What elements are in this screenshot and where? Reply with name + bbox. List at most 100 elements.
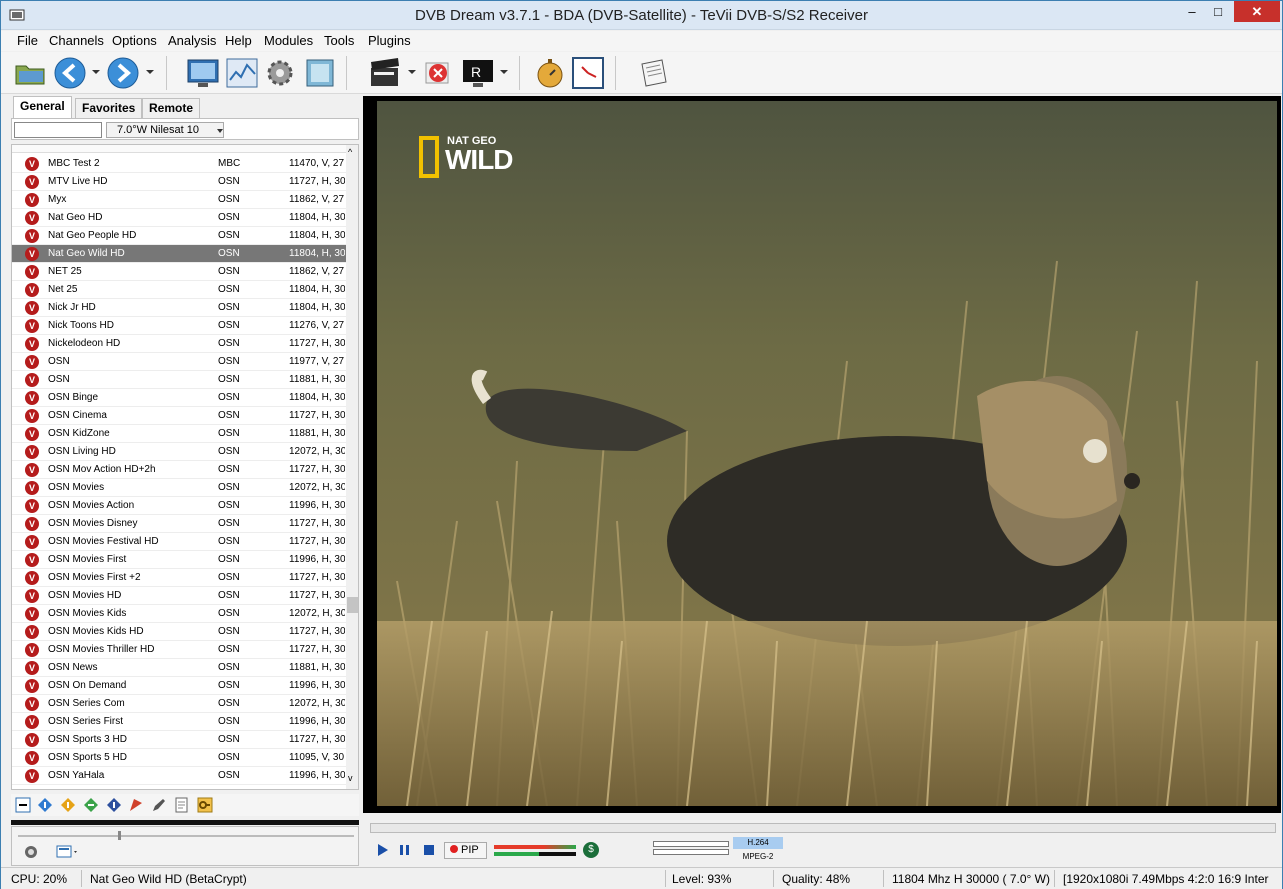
- scheduler-clock-icon[interactable]: [571, 56, 605, 90]
- menu-modules[interactable]: Modules: [264, 33, 313, 48]
- info-icon[interactable]: [37, 797, 53, 813]
- channel-row[interactable]: V OSN Mov Action HD+2h OSN 11727, H, 30: [12, 461, 346, 479]
- minus-icon[interactable]: [15, 797, 31, 813]
- tab-remote[interactable]: Remote: [142, 98, 201, 118]
- channel-row[interactable]: V OSN Living HD OSN 12072, H, 30: [12, 443, 346, 461]
- menu-file[interactable]: File: [17, 33, 38, 48]
- channel-frequency: 11804, H, 30: [289, 230, 345, 241]
- channel-row[interactable]: V Nickelodeon HD OSN 11727, H, 30: [12, 335, 346, 353]
- minimize-button[interactable]: –: [1179, 1, 1205, 22]
- satellite-dropdown-icon[interactable]: [217, 129, 223, 133]
- channel-tools: [11, 794, 359, 816]
- channel-row[interactable]: V NET 25 OSN 11862, V, 27: [12, 263, 346, 281]
- volume-track[interactable]: [18, 835, 354, 837]
- details-icon[interactable]: [106, 797, 122, 813]
- forward-arrow-icon[interactable]: [106, 56, 140, 90]
- channel-row[interactable]: V OSN Movies First +2 OSN 11727, H, 30: [12, 569, 346, 587]
- stop-record-icon[interactable]: [421, 56, 455, 90]
- menu-plugins[interactable]: Plugins: [368, 33, 411, 48]
- news-icon[interactable]: [637, 56, 671, 90]
- video-display[interactable]: [377, 101, 1277, 806]
- channel-row[interactable]: V OSN Movies Thriller HD OSN 11727, H, 30: [12, 641, 346, 659]
- channel-row[interactable]: V OSN KidZone OSN 11881, H, 30: [12, 425, 346, 443]
- menu-analysis[interactable]: Analysis: [168, 33, 216, 48]
- channel-provider: OSN: [218, 464, 240, 475]
- channel-row[interactable]: V OSN Movies Festival HD OSN 11727, H, 30: [12, 533, 346, 551]
- menu-channels[interactable]: Channels: [49, 33, 104, 48]
- back-arrow-icon[interactable]: [53, 56, 87, 90]
- channel-row[interactable]: V OSN Movies Disney OSN 11727, H, 30: [12, 515, 346, 533]
- satellite-select[interactable]: 7.0°W Nilesat 10: [106, 122, 224, 138]
- channel-row[interactable]: V OSN YaHala OSN 11996, H, 30: [12, 767, 346, 785]
- channel-type-icon: V: [25, 661, 39, 675]
- channel-row[interactable]: V Myx OSN 11862, V, 27: [12, 191, 346, 209]
- edit-icon[interactable]: [151, 797, 167, 813]
- maximize-button[interactable]: □: [1205, 1, 1231, 22]
- channel-row[interactable]: V OSN OSN 11881, H, 30: [12, 371, 346, 389]
- channel-search-input[interactable]: [14, 122, 102, 138]
- channel-row[interactable]: V OSN Movies OSN 12072, H, 30: [12, 479, 346, 497]
- back-dropdown-icon[interactable]: [92, 70, 100, 74]
- channel-row[interactable]: V Nick Jr HD OSN 11804, H, 30: [12, 299, 346, 317]
- channel-row[interactable]: V OSN News OSN 11881, H, 30: [12, 659, 346, 677]
- tab-favorites[interactable]: Favorites: [75, 98, 143, 118]
- signal-analyzer-icon[interactable]: [225, 56, 259, 90]
- channel-row[interactable]: V OSN Series Com OSN 12072, H, 30: [12, 695, 346, 713]
- play-icon[interactable]: [377, 843, 389, 857]
- stopwatch-icon[interactable]: [533, 56, 567, 90]
- menu-options[interactable]: Options: [112, 33, 157, 48]
- channel-row[interactable]: V Nat Geo Wild HD OSN 11804, H, 30: [12, 245, 346, 263]
- scroll-up-icon[interactable]: ^: [348, 147, 352, 157]
- close-button[interactable]: ✕: [1234, 1, 1280, 22]
- channel-row[interactable]: V Nat Geo People HD OSN 11804, H, 30: [12, 227, 346, 245]
- pause-icon[interactable]: [399, 843, 411, 857]
- channel-row[interactable]: V OSN Movies Kids OSN 12072, H, 30: [12, 605, 346, 623]
- epg-icon[interactable]: [303, 56, 337, 90]
- key-icon[interactable]: [197, 797, 213, 813]
- channel-row[interactable]: V Nat Geo HD OSN 11804, H, 30: [12, 209, 346, 227]
- channel-row[interactable]: V MTV Live HD OSN 11727, H, 30: [12, 173, 346, 191]
- channel-row[interactable]: V OSN Movies Action OSN 11996, H, 30: [12, 497, 346, 515]
- channel-row[interactable]: V OSN OSN 11977, V, 27: [12, 353, 346, 371]
- channel-row[interactable]: V OSN Sports 5 HD OSN 11095, V, 30: [12, 749, 346, 767]
- ok-icon[interactable]: [83, 797, 99, 813]
- seek-bar[interactable]: [370, 823, 1276, 833]
- stop-icon[interactable]: [423, 843, 435, 857]
- tab-general[interactable]: General: [13, 96, 72, 118]
- pip-button[interactable]: PIP: [444, 842, 487, 859]
- channel-row[interactable]: V Net 25 OSN 11804, H, 30: [12, 281, 346, 299]
- favorite-icon[interactable]: [128, 797, 144, 813]
- scroll-down-icon[interactable]: v: [348, 773, 353, 783]
- recorder-dropdown-icon[interactable]: [500, 70, 508, 74]
- record-dropdown-icon[interactable]: [408, 70, 416, 74]
- channel-list-scrollbar[interactable]: ^ v: [346, 145, 358, 789]
- channel-row[interactable]: V OSN Binge OSN 11804, H, 30: [12, 389, 346, 407]
- channel-type-icon: V: [25, 769, 39, 783]
- display-mode-icon[interactable]: [56, 845, 80, 859]
- menu-tools[interactable]: Tools: [324, 33, 354, 48]
- warning-icon[interactable]: [60, 797, 76, 813]
- channel-type-icon: V: [25, 733, 39, 747]
- volume-slider[interactable]: [118, 831, 121, 840]
- channel-row[interactable]: V OSN On Demand OSN 11996, H, 30: [12, 677, 346, 695]
- channel-row[interactable]: V MBC Test 2 MBC 11470, V, 27: [12, 155, 346, 173]
- status-level: Level: 93%: [672, 872, 732, 886]
- channel-row[interactable]: V OSN Movies Kids HD OSN 11727, H, 30: [12, 623, 346, 641]
- channel-row[interactable]: V OSN Sports 3 HD OSN 11727, H, 30: [12, 731, 346, 749]
- channel-row[interactable]: V OSN Movies HD OSN 11727, H, 30: [12, 587, 346, 605]
- recorder-icon[interactable]: R: [461, 56, 495, 90]
- open-folder-icon[interactable]: [13, 56, 47, 90]
- scroll-thumb[interactable]: [347, 597, 358, 613]
- channel-row[interactable]: V Nick Toons HD OSN 11276, V, 27: [12, 317, 346, 335]
- monitor-icon[interactable]: [186, 56, 220, 90]
- channel-row[interactable]: V OSN Series First OSN 11996, H, 30: [12, 713, 346, 731]
- channel-row[interactable]: V OSN Cinema OSN 11727, H, 30: [12, 407, 346, 425]
- forward-dropdown-icon[interactable]: [146, 70, 154, 74]
- speaker-icon[interactable]: [24, 845, 38, 859]
- clapperboard-icon[interactable]: [368, 56, 402, 90]
- channel-row[interactable]: V OSN Movies First OSN 11996, H, 30: [12, 551, 346, 569]
- properties-icon[interactable]: [174, 797, 190, 813]
- channel-provider: OSN: [218, 626, 240, 637]
- gear-icon[interactable]: [263, 56, 297, 90]
- menu-help[interactable]: Help: [225, 33, 252, 48]
